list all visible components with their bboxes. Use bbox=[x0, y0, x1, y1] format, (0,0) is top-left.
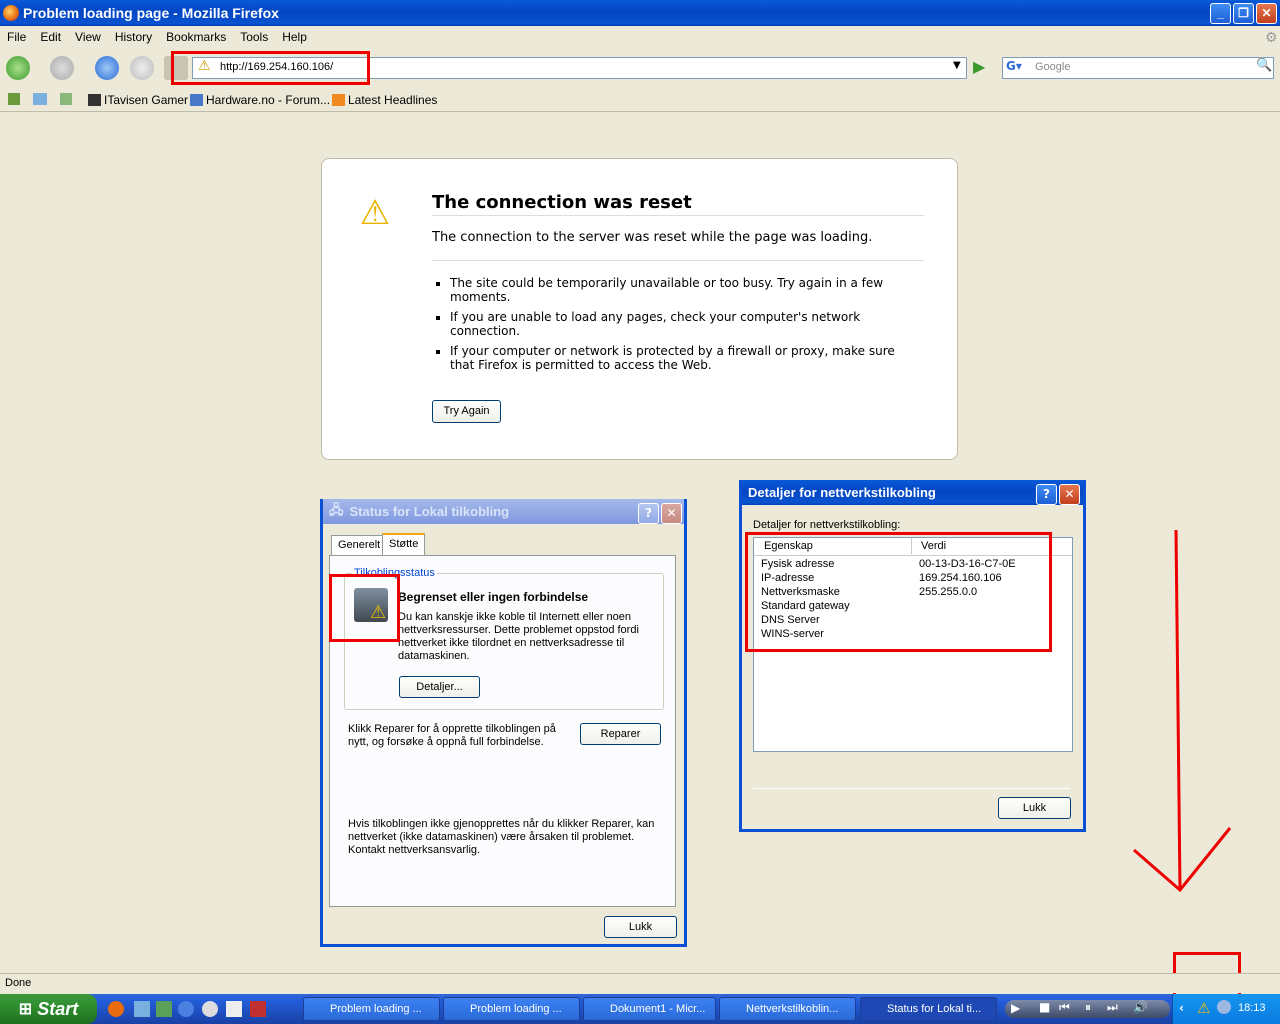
taskbar-button-network[interactable]: Nettverkstilkoblin... bbox=[719, 997, 856, 1021]
bookmark-itavisen[interactable]: ITavisen Gamer bbox=[88, 93, 188, 107]
network-icon: 🖧 bbox=[329, 501, 344, 517]
menu-tools[interactable]: Tools bbox=[233, 30, 275, 44]
bookmark-hardware[interactable]: Hardware.no - Forum... bbox=[190, 93, 330, 107]
go-icon[interactable]: ▶ bbox=[973, 57, 985, 76]
taskbar-button-word[interactable]: Dokument1 - Micr... bbox=[583, 997, 716, 1021]
firefox-quicklaunch-icon[interactable] bbox=[108, 1001, 124, 1017]
quicklaunch-icon[interactable] bbox=[202, 1001, 218, 1017]
menu-bar: File Edit View History Bookmarks Tools H… bbox=[0, 26, 1280, 48]
taskbar: ⊞ Start Problem loading ... Problem load… bbox=[0, 994, 1280, 1024]
bookmark-icon[interactable] bbox=[33, 93, 47, 105]
annotation-url-box bbox=[171, 51, 370, 85]
annotation-details-box bbox=[745, 532, 1052, 652]
throbber-icon: ⚙ bbox=[1265, 29, 1278, 45]
status-close-button[interactable]: Lukk bbox=[604, 916, 677, 938]
window-title: Problem loading page - Mozilla Firefox bbox=[23, 5, 279, 21]
window-titlebar: Problem loading page - Mozilla Firefox _… bbox=[0, 0, 1280, 26]
bookmark-latest-headlines[interactable]: Latest Headlines bbox=[332, 93, 437, 107]
status-bar: Done bbox=[0, 973, 1280, 993]
help-button[interactable]: ? bbox=[1036, 484, 1057, 505]
reload-icon[interactable] bbox=[95, 56, 119, 80]
status-dialog-title: Status for Lokal tilkobling bbox=[349, 504, 510, 519]
error-subtitle: The connection to the server was reset w… bbox=[432, 230, 924, 261]
windows-logo-icon: ⊞ bbox=[18, 1001, 33, 1018]
list-item: The site could be temporarily unavailabl… bbox=[450, 276, 902, 304]
menu-history[interactable]: History bbox=[108, 30, 159, 44]
bookmarks-toolbar: ITavisen Gamer Hardware.no - Forum... La… bbox=[0, 88, 1280, 112]
menu-view[interactable]: View bbox=[68, 30, 108, 44]
tray-expand-icon[interactable]: ‹ bbox=[1179, 1001, 1184, 1015]
details-dialog-titlebar: Detaljer for nettverkstilkobling bbox=[742, 480, 1083, 505]
status-text: Done bbox=[5, 977, 32, 989]
annotation-icon-box bbox=[329, 574, 400, 642]
list-item: If you are unable to load any pages, che… bbox=[450, 310, 902, 338]
status-text: Du kan kanskje ikke koble til Internett … bbox=[398, 611, 639, 662]
quicklaunch-icon[interactable] bbox=[226, 1001, 242, 1017]
google-icon[interactable]: G▾ bbox=[1006, 59, 1022, 73]
separator bbox=[753, 788, 1070, 789]
repair-button[interactable]: Reparer bbox=[580, 723, 661, 745]
quicklaunch-icon[interactable] bbox=[250, 1001, 266, 1017]
firefox-icon bbox=[3, 5, 19, 21]
tab-stotte[interactable]: Støtte bbox=[382, 533, 426, 555]
quicklaunch-icon[interactable] bbox=[134, 1001, 150, 1017]
bookmark-icon[interactable] bbox=[8, 93, 20, 105]
list-item: If your computer or network is protected… bbox=[450, 344, 902, 372]
play-icon[interactable]: ▶ bbox=[1011, 1001, 1020, 1015]
stop-icon[interactable]: ■ bbox=[1039, 1000, 1050, 1014]
status-heading: Begrenset eller ingen forbindelse bbox=[398, 590, 589, 604]
search-placeholder: Google bbox=[1035, 61, 1071, 73]
details-button[interactable]: Detaljer... bbox=[399, 676, 480, 698]
forward-icon[interactable] bbox=[50, 56, 74, 80]
taskbar-button-status[interactable]: Status for Lokal ti... bbox=[860, 997, 997, 1021]
volume-icon[interactable]: 🔊 bbox=[1133, 1000, 1148, 1014]
menu-edit[interactable]: Edit bbox=[33, 30, 68, 44]
details-label: Detaljer for nettverkstilkobling: bbox=[753, 519, 901, 531]
contact-text: Hvis tilkoblingen ikke gjenopprettes når… bbox=[348, 818, 655, 856]
close-button[interactable]: ✕ bbox=[1059, 484, 1080, 505]
quicklaunch-icon[interactable] bbox=[156, 1001, 172, 1017]
next-icon[interactable]: ⏭ bbox=[1107, 1000, 1118, 1015]
taskbar-button-firefox-1[interactable]: Problem loading ... bbox=[303, 997, 440, 1021]
menu-help[interactable]: Help bbox=[275, 30, 314, 44]
details-dialog-title: Detaljer for nettverkstilkobling bbox=[748, 485, 936, 500]
error-title: The connection was reset bbox=[432, 192, 924, 216]
taskbar-button-firefox-2[interactable]: Problem loading ... bbox=[443, 997, 580, 1021]
quicklaunch-icon[interactable] bbox=[178, 1001, 194, 1017]
search-icon[interactable]: 🔍 bbox=[1256, 58, 1272, 73]
menu-bookmarks[interactable]: Bookmarks bbox=[159, 30, 233, 44]
back-icon[interactable] bbox=[6, 56, 30, 80]
close-button[interactable]: ✕ bbox=[1256, 3, 1277, 24]
tray-icon[interactable] bbox=[1217, 1000, 1231, 1014]
help-button[interactable]: ? bbox=[638, 503, 659, 524]
annotation-arrow bbox=[1133, 529, 1232, 893]
warning-triangle-icon: ⚠ bbox=[359, 193, 391, 233]
network-warning-tray-icon[interactable]: ⚠ bbox=[1197, 999, 1210, 1017]
tab-generelt[interactable]: Generelt bbox=[331, 535, 388, 557]
error-suggestions: The site could be temporarily unavailabl… bbox=[432, 276, 902, 378]
url-dropdown-icon[interactable]: ▼ bbox=[953, 60, 961, 71]
repair-text: Klikk Reparer for å opprette tilkoblinge… bbox=[348, 723, 556, 748]
clock: 18:13 bbox=[1238, 1002, 1266, 1014]
bookmark-icon[interactable] bbox=[60, 93, 72, 105]
menu-file[interactable]: File bbox=[0, 30, 33, 44]
details-close-button[interactable]: Lukk bbox=[998, 797, 1071, 819]
close-button[interactable]: ✕ bbox=[661, 503, 682, 524]
try-again-button[interactable]: Try Again bbox=[432, 400, 501, 423]
media-player-toolbar: ▶ ■ ⏮ ⏸ ⏭ 🔊 bbox=[1005, 1000, 1170, 1018]
start-button[interactable]: ⊞ Start bbox=[0, 994, 97, 1024]
restore-button[interactable]: ❐ bbox=[1233, 3, 1254, 24]
status-dialog-titlebar: 🖧 Status for Lokal tilkobling bbox=[323, 499, 684, 524]
minimize-button[interactable]: _ bbox=[1210, 3, 1231, 24]
previous-icon[interactable]: ⏮ bbox=[1059, 1000, 1070, 1015]
pause-icon[interactable]: ⏸ bbox=[1085, 1000, 1091, 1015]
stop-icon[interactable] bbox=[130, 56, 154, 80]
